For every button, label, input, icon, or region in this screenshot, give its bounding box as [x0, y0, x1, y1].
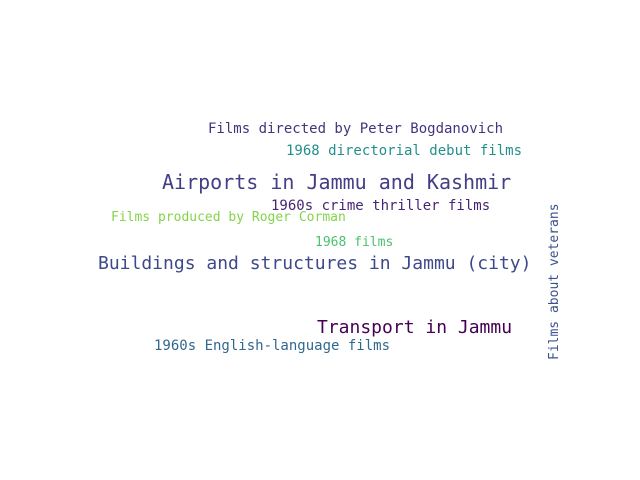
word-films-produced-by-roger-corman: Films produced by Roger Corman	[111, 210, 346, 225]
word-buildings-and-structures-in-jammu: Buildings and structures in Jammu (city)	[98, 253, 532, 274]
word-1968-films: 1968 films	[315, 235, 394, 250]
word-transport-in-jammu: Transport in Jammu	[317, 317, 513, 338]
word-films-directed-by-peter-bogdanovich: Films directed by Peter Bogdanovich	[208, 121, 504, 137]
word-airports-in-jammu-and-kashmir: Airports in Jammu and Kashmir	[162, 170, 512, 194]
word-1960s-english-language-films: 1960s English-language films	[154, 338, 391, 354]
word-1968-directorial-debut-films: 1968 directorial debut films	[286, 143, 523, 159]
word-films-about-veterans: Films about veterans	[547, 203, 562, 360]
